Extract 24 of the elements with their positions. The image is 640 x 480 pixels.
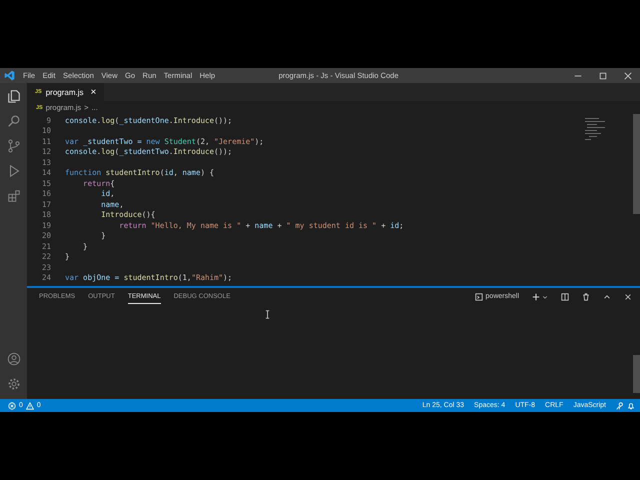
- plus-icon[interactable]: [532, 292, 540, 300]
- tab-label: program.js: [46, 88, 84, 96]
- files-icon[interactable]: [6, 89, 20, 103]
- vscode-logo-icon: [4, 70, 15, 81]
- split-icon[interactable]: [561, 292, 569, 300]
- maximize-icon[interactable]: [599, 72, 607, 80]
- feedback-icon[interactable]: [616, 402, 624, 410]
- close-tab-icon[interactable]: ×: [90, 86, 96, 98]
- close-icon[interactable]: [624, 72, 632, 80]
- chevron-up-icon[interactable]: [603, 292, 611, 300]
- close-icon[interactable]: [624, 292, 632, 300]
- source-control-icon[interactable]: [6, 139, 20, 153]
- scrollbar[interactable]: [633, 114, 640, 214]
- scrollbar[interactable]: [633, 355, 640, 393]
- trash-icon[interactable]: [582, 292, 590, 300]
- account-icon[interactable]: [6, 352, 20, 366]
- error-icon: [8, 402, 16, 410]
- settings-icon[interactable]: [6, 377, 20, 391]
- text-cursor-icon: [265, 310, 270, 319]
- bell-icon[interactable]: [627, 402, 635, 410]
- terminal-icon: [474, 292, 483, 300]
- extensions-icon[interactable]: [6, 189, 20, 203]
- warning-icon: [26, 402, 34, 410]
- search-icon[interactable]: [6, 114, 20, 128]
